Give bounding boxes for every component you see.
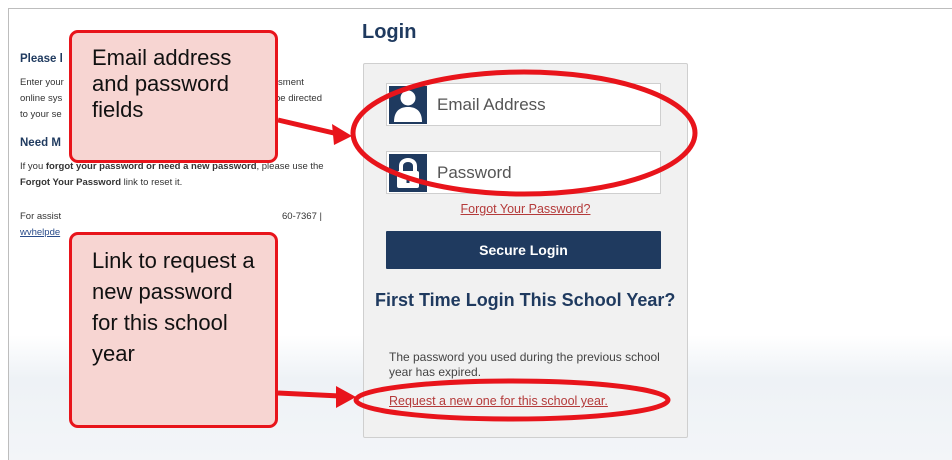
link-highlight-ellipse [353,378,671,422]
fields-arrow-head [332,124,352,145]
link-arrow-line [277,390,341,399]
fields-highlight-ellipse [350,69,698,197]
callout-request-link: Link to request a new password for this … [69,232,278,428]
link-arrow-head [336,386,356,408]
fields-arrow-line [277,117,339,137]
callout-fields: Email address and password fields [69,30,278,163]
